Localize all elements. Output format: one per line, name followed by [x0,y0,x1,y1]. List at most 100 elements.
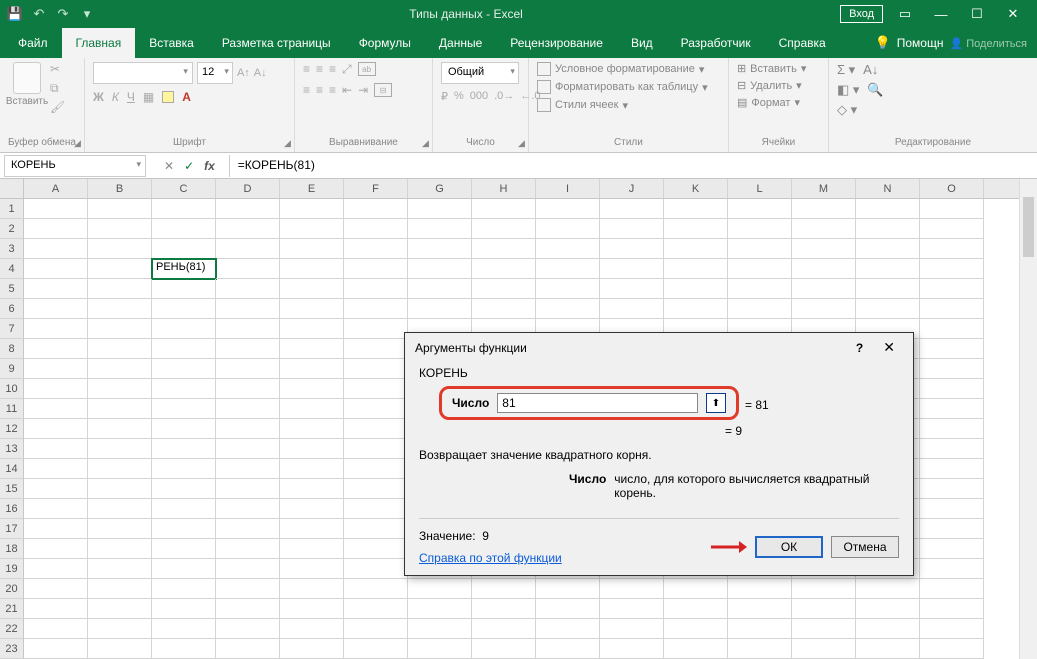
cell[interactable] [920,359,984,379]
cell[interactable] [280,339,344,359]
cell[interactable] [24,299,88,319]
cell[interactable] [152,399,216,419]
cell[interactable] [472,619,536,639]
row-header[interactable]: 14 [0,459,24,479]
cell[interactable] [152,379,216,399]
cell[interactable] [728,239,792,259]
column-header[interactable]: B [88,179,152,198]
cell[interactable] [216,359,280,379]
row-header[interactable]: 13 [0,439,24,459]
fill-color-icon[interactable] [162,91,174,103]
cell[interactable] [792,199,856,219]
fill-icon[interactable]: ◧ ▾ [837,82,859,98]
cell[interactable] [344,599,408,619]
cell[interactable] [920,559,984,579]
cell[interactable] [536,279,600,299]
cell[interactable] [216,319,280,339]
row-header[interactable]: 22 [0,619,24,639]
cell[interactable] [920,419,984,439]
cell[interactable] [728,199,792,219]
border-icon[interactable]: ▦ [143,90,154,104]
cell[interactable] [88,599,152,619]
cell[interactable] [344,639,408,659]
cell[interactable] [216,559,280,579]
cell[interactable] [920,579,984,599]
cell[interactable] [344,359,408,379]
cell[interactable] [856,579,920,599]
cell[interactable] [152,519,216,539]
close-icon[interactable]: ✕ [999,0,1027,28]
cell[interactable] [280,439,344,459]
maximize-icon[interactable]: ☐ [963,0,991,28]
row-header[interactable]: 19 [0,559,24,579]
cell[interactable] [344,519,408,539]
cell[interactable] [920,439,984,459]
cell[interactable] [920,379,984,399]
cell[interactable] [728,619,792,639]
cell[interactable] [280,499,344,519]
share-button[interactable]: 👤 Поделиться [949,37,1027,50]
tab-page-layout[interactable]: Разметка страницы [208,28,345,58]
cell[interactable] [600,619,664,639]
formula-input[interactable]: =КОРЕНЬ(81) [229,155,1037,177]
cell[interactable] [856,199,920,219]
format-painter-icon[interactable]: 🖌 [50,100,66,114]
cell[interactable] [88,299,152,319]
cell[interactable] [152,319,216,339]
column-header[interactable]: A [24,179,88,198]
cell[interactable] [344,539,408,559]
cell[interactable] [216,519,280,539]
cell[interactable] [408,279,472,299]
cell[interactable] [24,439,88,459]
column-header[interactable]: N [856,179,920,198]
cell[interactable] [152,199,216,219]
underline-icon[interactable]: Ч [127,90,135,104]
cell[interactable] [24,639,88,659]
cell[interactable] [856,259,920,279]
tell-me-input[interactable]: Помощн [897,36,944,50]
cell[interactable] [536,259,600,279]
cell[interactable] [280,359,344,379]
cell[interactable] [792,639,856,659]
cell[interactable] [408,579,472,599]
align-center-icon[interactable]: ≡ [316,83,323,97]
cell[interactable] [216,199,280,219]
cell[interactable] [152,559,216,579]
bold-icon[interactable]: Ж [93,90,104,104]
align-middle-icon[interactable]: ≡ [316,62,323,77]
cell[interactable] [856,279,920,299]
column-header[interactable]: M [792,179,856,198]
font-color-icon[interactable]: А [182,90,191,104]
cell[interactable] [88,479,152,499]
cell[interactable] [216,419,280,439]
cell[interactable] [472,599,536,619]
dialog-launcher-icon[interactable]: ◢ [284,138,291,149]
vertical-scrollbar[interactable] [1019,179,1037,659]
column-header[interactable]: G [408,179,472,198]
cell[interactable] [280,259,344,279]
redo-icon[interactable]: ↷ [54,5,72,23]
cell[interactable] [344,419,408,439]
cell[interactable] [664,299,728,319]
cell[interactable] [728,599,792,619]
orientation-icon[interactable]: ⤢ [342,62,352,77]
percent-icon[interactable]: % [454,90,464,103]
cell[interactable] [216,239,280,259]
cell[interactable] [664,219,728,239]
copy-icon[interactable]: ⧉ [50,81,66,95]
cell[interactable] [88,199,152,219]
cell[interactable] [920,499,984,519]
cell[interactable] [408,619,472,639]
cell[interactable] [920,639,984,659]
ribbon-options-icon[interactable]: ▭ [891,0,919,28]
column-header[interactable]: I [536,179,600,198]
cell[interactable] [280,219,344,239]
cell[interactable] [152,499,216,519]
cell[interactable] [216,399,280,419]
cell[interactable] [344,499,408,519]
cell[interactable] [728,639,792,659]
cell[interactable] [24,379,88,399]
row-header[interactable]: 12 [0,419,24,439]
cell[interactable] [24,359,88,379]
cell[interactable] [24,339,88,359]
